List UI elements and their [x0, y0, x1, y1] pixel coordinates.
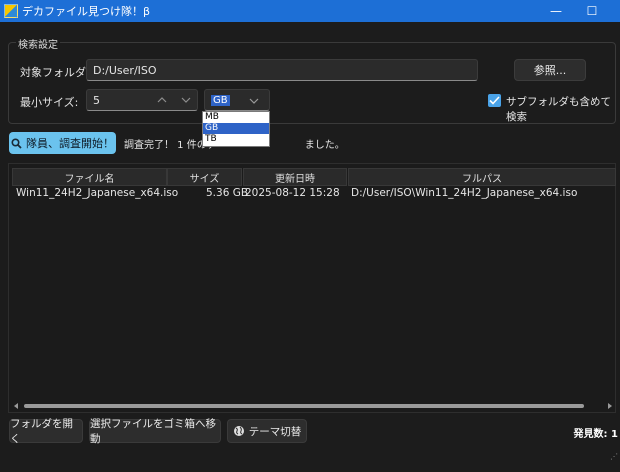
start-search-label: 隊員、調査開始！: [26, 137, 114, 150]
chevron-down-icon: [249, 98, 259, 104]
app-icon: [4, 4, 18, 18]
min-size-label: 最小サイズ:: [20, 96, 79, 109]
column-header-modified[interactable]: 更新日時: [243, 168, 347, 186]
folder-label: 対象フォルダ:: [20, 66, 90, 79]
search-settings-label: 検索設定: [16, 36, 60, 51]
start-search-button[interactable]: 隊員、調査開始！: [9, 132, 116, 154]
unit-dropdown-list[interactable]: MB GB TB: [202, 111, 270, 147]
maximize-button[interactable]: ☐: [574, 0, 610, 22]
browse-button[interactable]: 参照...: [514, 59, 586, 81]
resize-grip-icon[interactable]: ⋰: [610, 452, 618, 461]
scroll-left-icon[interactable]: [14, 403, 18, 409]
cell-filename: Win11_24H2_Japanese_x64.iso: [16, 187, 179, 199]
move-to-trash-button[interactable]: 選択ファイルをゴミ箱へ移動: [89, 418, 221, 445]
title-bar: デカファイル見つけ隊！β — ☐: [0, 0, 620, 22]
min-size-spinbox[interactable]: 5: [86, 89, 198, 111]
checkmark-icon: [489, 96, 500, 105]
minimize-button[interactable]: —: [538, 0, 574, 22]
cell-size: 5.36 GB: [206, 187, 249, 199]
status-text-right: ました。: [304, 140, 345, 151]
window-title: デカファイル見つけ隊！β: [22, 5, 151, 18]
min-size-value: 5: [93, 93, 100, 107]
cell-modified: 2025-08-12 15:28: [245, 187, 340, 199]
column-header-size[interactable]: サイズ: [167, 168, 242, 186]
cell-fullpath: D:/User/ISO\Win11_24H2_Japanese_x64.iso: [351, 187, 578, 199]
found-count: 発見数: 1: [573, 429, 618, 440]
unit-value: GB: [211, 94, 230, 106]
unit-combo[interactable]: GB: [204, 89, 270, 111]
spin-up-icon[interactable]: [157, 97, 167, 103]
column-header-fullpath[interactable]: フルパス: [348, 168, 616, 186]
globe-icon: [233, 426, 244, 436]
unit-option-mb[interactable]: MB: [203, 112, 269, 123]
folder-input[interactable]: D:/User/ISO: [86, 59, 478, 81]
magnifier-icon: [11, 137, 22, 149]
theme-toggle-label: テーマ切替: [248, 425, 302, 438]
scrollbar-thumb[interactable]: [24, 404, 584, 408]
spin-down-icon[interactable]: [181, 97, 191, 103]
subfolder-label: サブフォルダも含めて検索: [506, 96, 611, 123]
unit-option-tb[interactable]: TB: [203, 134, 269, 145]
open-folder-button[interactable]: フォルダを開く: [9, 418, 83, 445]
subfolder-checkbox[interactable]: [488, 94, 501, 107]
scroll-right-icon[interactable]: [608, 403, 612, 409]
folder-value: D:/User/ISO: [93, 63, 157, 77]
unit-option-gb[interactable]: GB: [203, 123, 269, 134]
theme-toggle-button[interactable]: テーマ切替: [227, 419, 307, 443]
column-header-filename[interactable]: ファイル名: [12, 168, 167, 186]
